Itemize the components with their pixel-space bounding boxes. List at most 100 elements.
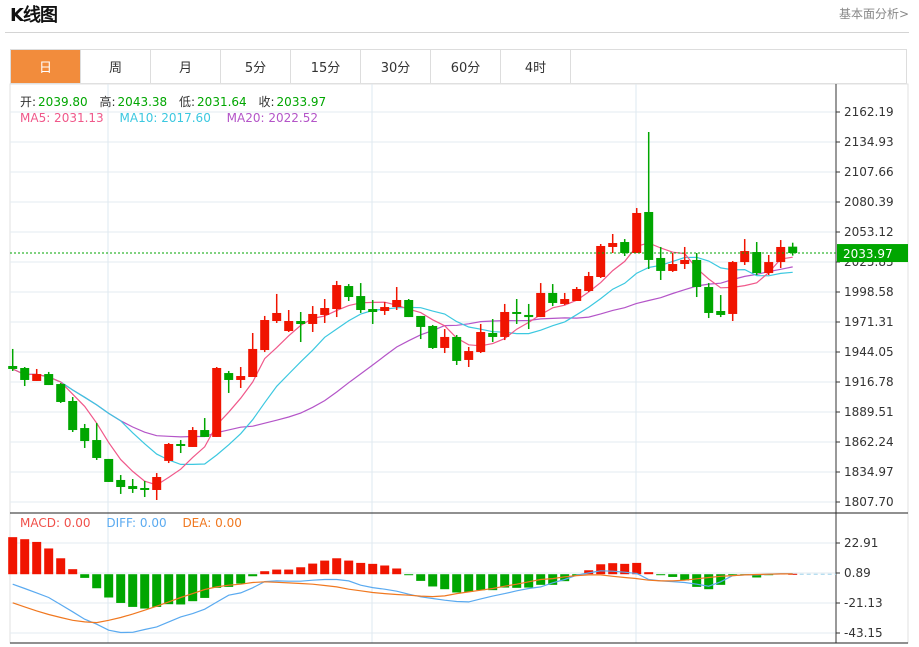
macd-bar xyxy=(416,574,426,581)
candle-body xyxy=(92,440,102,458)
candle xyxy=(104,458,114,482)
macd-bar xyxy=(644,572,654,575)
candle-body xyxy=(284,321,294,332)
candle-body xyxy=(680,259,690,265)
candle xyxy=(656,246,666,280)
price-tick-label: 1889.51 xyxy=(844,405,894,419)
candle-body xyxy=(776,246,786,263)
candle-body xyxy=(236,376,246,380)
candle-body xyxy=(788,246,798,254)
candle xyxy=(20,366,30,387)
candle xyxy=(704,283,714,319)
open-value: 2039.80 xyxy=(38,95,88,109)
candle-body xyxy=(632,212,642,254)
candle-body xyxy=(224,373,234,380)
macd-bar xyxy=(380,565,390,575)
candle-body xyxy=(548,292,558,303)
ma-legend: MA5: 2031.13 MA10: 2017.60 MA20: 2022.52 xyxy=(20,111,320,125)
ma20-value: MA20: 2022.52 xyxy=(226,111,318,125)
price-tick-label: 1862.24 xyxy=(844,435,894,449)
macd-bar xyxy=(212,574,222,588)
macd-bar xyxy=(332,558,342,575)
candle xyxy=(764,255,774,276)
candle-body xyxy=(212,367,222,437)
candle-body xyxy=(656,257,666,271)
macd-bar xyxy=(404,574,414,576)
macd-bar xyxy=(164,574,174,605)
candle xyxy=(452,334,462,366)
candle-body xyxy=(140,488,150,490)
candle xyxy=(464,346,474,367)
candle-body xyxy=(668,264,678,271)
candle-body xyxy=(68,400,78,431)
high-label: 高: xyxy=(99,95,116,109)
candle xyxy=(728,261,738,322)
macd-bar xyxy=(260,571,270,575)
candle-body xyxy=(272,312,282,322)
high-value: 2043.38 xyxy=(117,95,168,109)
macd-bar xyxy=(356,562,366,575)
candle xyxy=(212,366,222,437)
candle-body xyxy=(188,430,198,447)
candle xyxy=(260,315,270,353)
candle-body xyxy=(416,315,426,327)
candle xyxy=(32,368,42,381)
candle-body xyxy=(584,276,594,291)
price-tick-label: 1807.70 xyxy=(844,495,894,509)
macd-value: MACD: 0.00 xyxy=(20,516,91,530)
candle-body xyxy=(308,313,318,324)
macd-bar xyxy=(248,574,258,577)
low-value: 2031.64 xyxy=(197,95,247,109)
candle-body xyxy=(176,444,186,446)
macd-tick-label: 22.91 xyxy=(844,536,878,550)
open-label: 开: xyxy=(20,95,37,109)
candle-body xyxy=(464,351,474,360)
macd-bar xyxy=(32,541,42,575)
candle xyxy=(548,284,558,307)
candle-body xyxy=(368,309,378,312)
candle xyxy=(416,315,426,340)
candle xyxy=(80,423,90,448)
candle-body xyxy=(560,299,570,304)
candle xyxy=(68,397,78,433)
candle xyxy=(788,242,798,256)
macd-bar xyxy=(188,574,198,602)
candle-body xyxy=(704,287,714,313)
candle-body xyxy=(536,292,546,318)
macd-bar xyxy=(512,574,522,588)
candle-body xyxy=(452,336,462,361)
candle xyxy=(392,287,402,311)
price-tick-label: 2053.12 xyxy=(844,225,894,239)
macd-bar xyxy=(284,569,294,575)
candle xyxy=(440,329,450,354)
candle xyxy=(56,383,66,403)
candle xyxy=(320,299,330,323)
candle xyxy=(500,303,510,341)
price-tick-label: 1834.97 xyxy=(844,465,894,479)
price-tick-label: 2080.39 xyxy=(844,195,894,209)
candle-body xyxy=(164,444,174,461)
candle-body xyxy=(80,428,90,442)
candle-body xyxy=(296,321,306,324)
candle xyxy=(584,271,594,292)
candle-body xyxy=(620,242,630,254)
close-value: 2033.97 xyxy=(276,95,327,109)
candle-body xyxy=(512,311,522,314)
candle xyxy=(356,283,366,313)
price-tick-label: 1944.05 xyxy=(844,345,894,359)
candle xyxy=(752,242,762,276)
macd-bar xyxy=(476,574,486,591)
candle-body xyxy=(572,288,582,301)
candle-body xyxy=(596,245,606,278)
candle-body xyxy=(32,374,42,381)
candle-body xyxy=(380,307,390,311)
candle xyxy=(716,295,726,318)
macd-bar xyxy=(44,548,54,575)
candle-body xyxy=(716,310,726,315)
candle xyxy=(128,478,138,493)
macd-bar xyxy=(56,558,66,575)
dea-value: DEA: 0.00 xyxy=(182,516,242,530)
candle xyxy=(296,311,306,343)
macd-bar xyxy=(236,574,246,584)
macd-bar xyxy=(656,574,666,576)
